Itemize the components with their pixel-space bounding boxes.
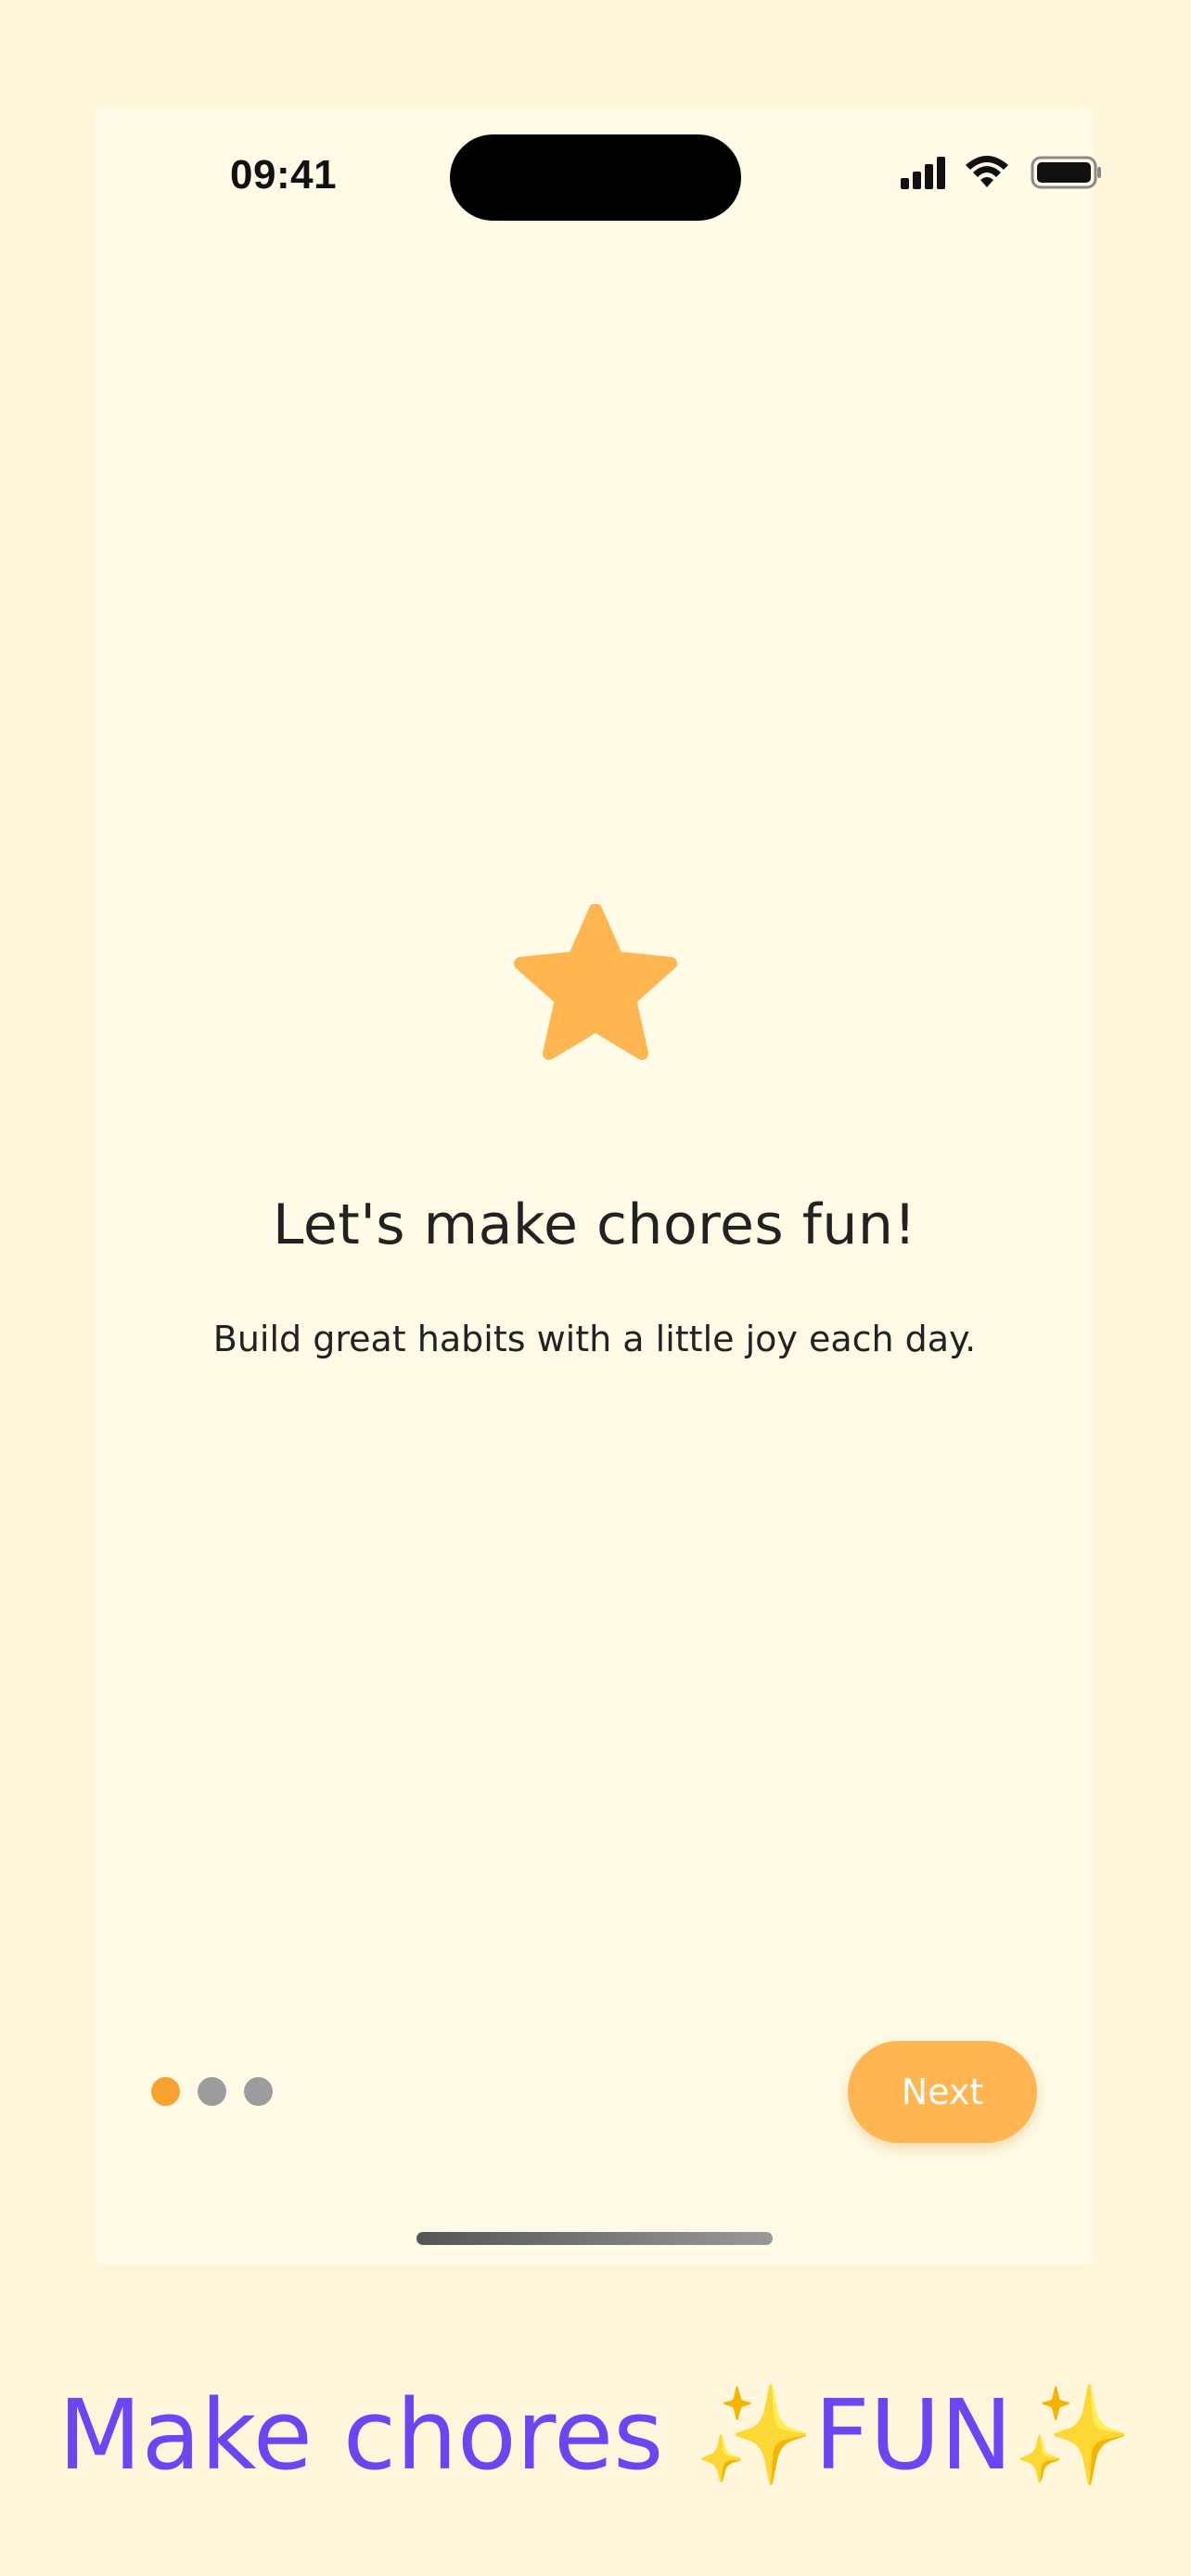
status-time: 09:41 [230,152,338,198]
sparkle-left-icon: ✨ [694,2378,814,2492]
status-icons [800,154,1101,191]
onboarding-title: Let's make chores fun! [273,1192,916,1257]
next-button[interactable]: Next [848,2041,1037,2143]
page-dot-3[interactable] [244,2077,273,2106]
caption-text: Make chores [58,2378,695,2492]
phone-screen: 09:41 Let's make chores fun! Build great… [96,108,1101,2264]
page-dot-1[interactable] [151,2077,180,2106]
battery-icon [1031,156,1101,189]
page-dot-2[interactable] [198,2077,226,2106]
status-bar: 09:41 [96,108,1101,247]
home-indicator[interactable] [416,2232,773,2245]
wifi-icon [966,156,1008,187]
sparkle-right-icon: ✨ [1012,2378,1133,2492]
onboarding-subtitle: Build great habits with a little joy eac… [212,1319,977,1359]
marketing-caption: Make chores ✨FUN✨ [0,2378,1191,2493]
star-icon [514,904,677,1060]
cellular-signal-icon [901,157,945,189]
caption-emphasis: FUN [813,2378,1013,2492]
dynamic-island [450,134,741,221]
